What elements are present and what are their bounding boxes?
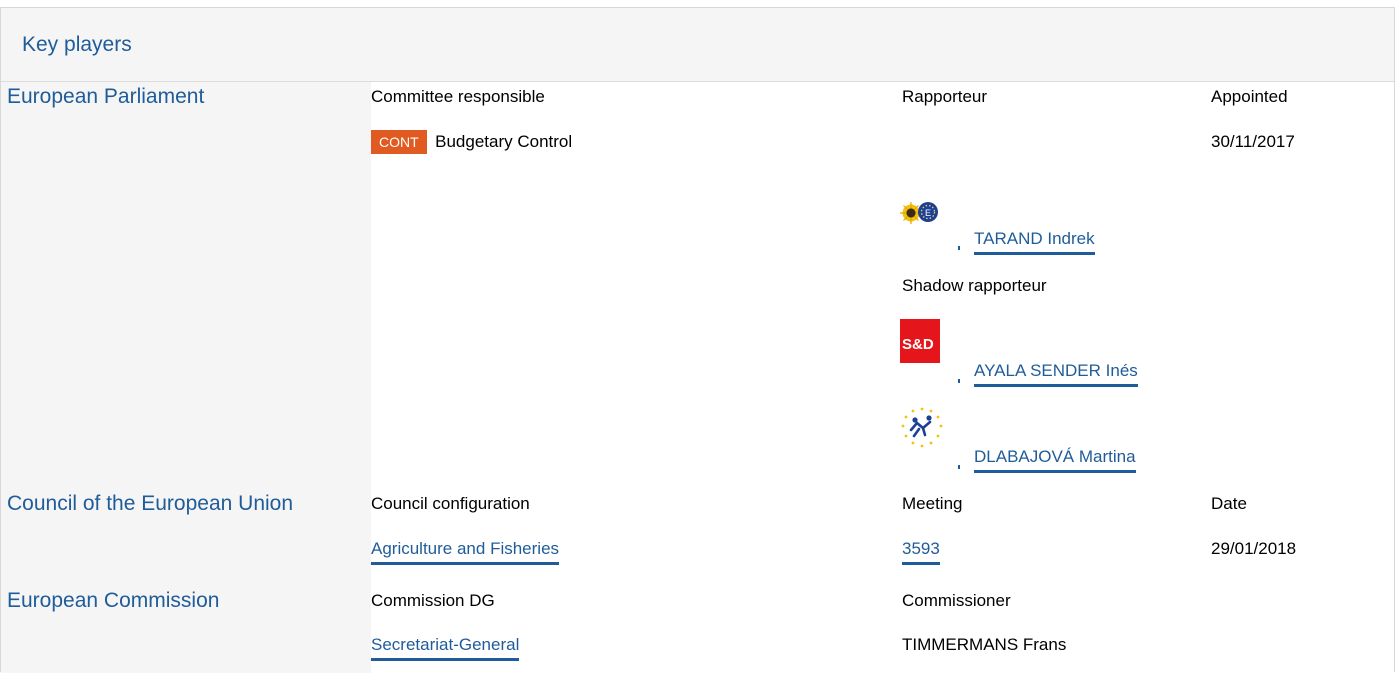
date-heading: Date xyxy=(1211,494,1247,513)
institution-column xyxy=(1,82,371,673)
committee-responsible-heading: Committee responsible xyxy=(371,87,545,106)
committee-code-badge: CONT xyxy=(371,130,427,154)
commissioner-heading: Commissioner xyxy=(902,591,1011,610)
council-date: 29/01/2018 xyxy=(1211,539,1297,558)
rapporteur-link[interactable]: TARAND Indrek xyxy=(974,229,1095,255)
commission-dg-link[interactable]: Secretariat-General xyxy=(371,635,520,661)
s-and-d-logo-icon: S&D xyxy=(900,319,940,363)
institution-council: Council of the European Union xyxy=(7,492,294,515)
s-and-d-logo-text: S&D xyxy=(902,336,934,353)
meeting-link[interactable]: 3593 xyxy=(902,539,940,565)
panel-header: Key players xyxy=(1,8,1394,82)
meeting-heading: Meeting xyxy=(902,494,963,513)
council-configuration-heading: Council configuration xyxy=(371,494,530,513)
shadow-rapporteur-heading: Shadow rapporteur xyxy=(902,276,1047,295)
commissioner-name: TIMMERMANS Frans xyxy=(902,635,1067,654)
alde-logo-icon xyxy=(900,406,944,450)
rapporteur-heading: Rapporteur xyxy=(902,87,988,106)
commission-dg-heading: Commission DG xyxy=(371,591,495,610)
shadow-rapporteur-link[interactable]: AYALA SENDER Inés xyxy=(974,361,1138,387)
committee-name: Budgetary Control xyxy=(435,132,573,151)
key-players-panel: Key players xyxy=(0,7,1395,673)
svg-text:E: E xyxy=(925,208,931,218)
panel-title: Key players xyxy=(22,33,132,56)
appointed-heading: Appointed xyxy=(1211,87,1288,106)
greens-efa-logo-icon: E xyxy=(900,194,940,230)
institution-european-parliament: European Parliament xyxy=(7,85,205,108)
institution-commission: European Commission xyxy=(7,589,220,612)
council-configuration-link[interactable]: Agriculture and Fisheries xyxy=(371,539,560,565)
shadow-rapporteur-link[interactable]: DLABAJOVÁ Martina xyxy=(974,447,1136,473)
committee-row: CONT Budgetary Control xyxy=(371,130,572,154)
appointed-date: 30/11/2017 xyxy=(1211,132,1295,151)
